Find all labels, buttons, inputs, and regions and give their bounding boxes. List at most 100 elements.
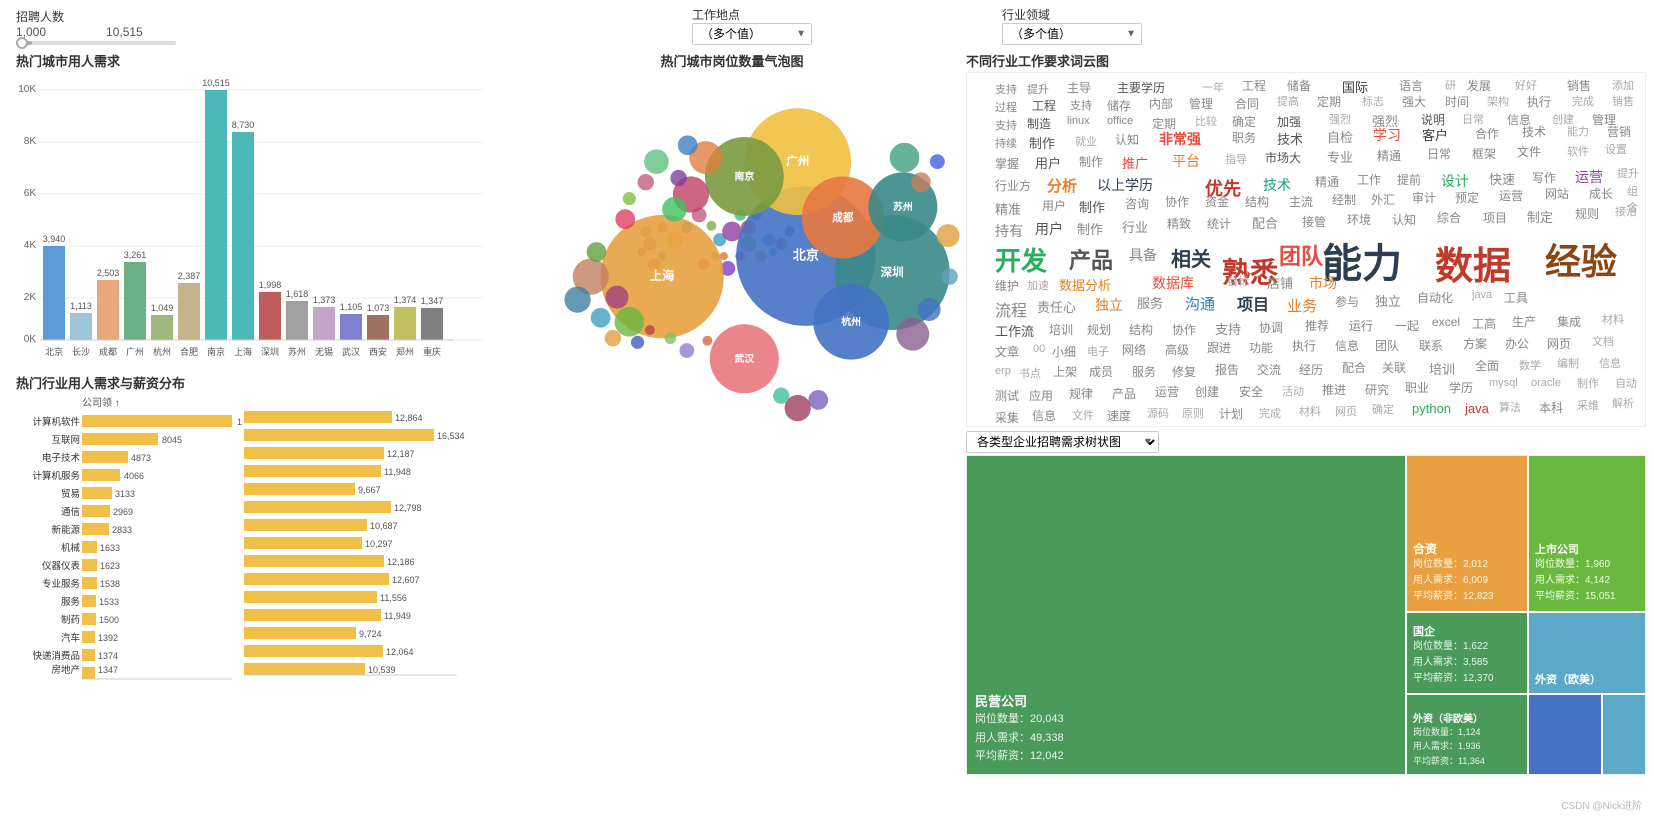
svg-text:11,556: 11,556 — [380, 593, 407, 603]
word-shuxue: 数学 — [1519, 357, 1541, 373]
word-suanfa: 算法 — [1499, 399, 1521, 415]
word-jishu4: 技术 — [1277, 129, 1303, 148]
hbar-section-title: 热门行业用人需求与薪资分布 — [8, 369, 498, 394]
svg-text:南京: 南京 — [207, 346, 225, 357]
word-wenzhang2: 文档 — [1592, 333, 1614, 349]
word-support: 支持 — [995, 81, 1017, 97]
word-liucheng: 流程 — [995, 297, 1027, 321]
word-zhizuol: 制作 — [1577, 375, 1599, 391]
word-chengzhang: 成长 — [1589, 185, 1613, 202]
word-yonghujc: 用户 — [1042, 197, 1066, 214]
word-chichi: 持续 — [995, 135, 1017, 151]
svg-text:北京: 北京 — [793, 246, 819, 262]
word-yunying3: 运营 — [1155, 383, 1179, 400]
bar-chart-title: 热门城市用人需求 — [8, 47, 498, 72]
svg-text:1,049: 1,049 — [151, 303, 174, 313]
word-zhizhi2: 制作 — [1079, 197, 1105, 216]
word-jieguan: 接管 — [1302, 213, 1326, 230]
word-canyu: 参与 — [1335, 293, 1359, 310]
word-kaifa: 开发 — [995, 241, 1047, 278]
svg-text:通信: 通信 — [61, 506, 80, 518]
svg-text:10,297: 10,297 — [365, 539, 393, 549]
slider-thumb[interactable] — [16, 37, 28, 49]
word-fangan: 方案 — [1463, 335, 1487, 352]
word-xingxi: 信息 — [1335, 337, 1359, 354]
svg-text:2833: 2833 — [112, 525, 132, 535]
word-jiaoliuq: 交流 — [1257, 361, 1281, 378]
word-wangye2: 网页 — [1335, 403, 1357, 419]
svg-text:1,113: 1,113 — [70, 301, 92, 311]
treemap-cell-title: 民营公司 — [975, 691, 1397, 710]
word-xiezuo2: 协作 — [1172, 321, 1196, 338]
svg-text:1,618: 1,618 — [286, 289, 309, 299]
word-dian: 店铺 — [1267, 273, 1293, 292]
word-gonggao2: 协作 — [1165, 193, 1189, 210]
svg-text:1,374: 1,374 — [394, 295, 417, 305]
svg-text:8K: 8K — [24, 136, 37, 147]
word-genjin: 跟进 — [1207, 339, 1231, 356]
word-haohao: 好好 — [1515, 77, 1537, 93]
treemap-dropdown[interactable]: 各类型企业招聘需求树状图 — [966, 431, 1159, 453]
svg-text:11,948: 11,948 — [384, 467, 411, 477]
svg-text:互联网: 互联网 — [51, 435, 80, 446]
location-dropdown[interactable]: （多个值） — [692, 23, 812, 45]
svg-text:机械: 机械 — [61, 542, 81, 554]
industry-dropdown[interactable]: （多个值） — [1002, 23, 1142, 45]
svg-text:10,539: 10,539 — [368, 665, 396, 675]
word-peixun: 培训 — [1049, 321, 1073, 338]
word-dulilsz: 独立 — [1375, 291, 1401, 310]
word-xiufu: 修复 — [1172, 363, 1196, 380]
treemap-cell-stat3: 平均薪资：12,042 — [975, 747, 1397, 766]
treemap-cell-minying: 民营公司 岗位数量：20,043 用人需求：49,338 平均薪资：12,042 — [967, 456, 1405, 774]
word-wenjian: 文件 — [1517, 143, 1541, 160]
word-fuwu2: 服务 — [1132, 363, 1156, 380]
treemap-cell-stat2: 用人需求：49,338 — [975, 729, 1397, 748]
svg-text:1374: 1374 — [98, 651, 118, 661]
word-zhichi2: 储备 — [1287, 77, 1311, 94]
treemap-cell-waizi-oumei: 外资（欧美） — [1529, 613, 1645, 693]
word-huodong: 活动 — [1282, 383, 1304, 399]
word-xiangmu3: 项目 — [1483, 209, 1507, 226]
svg-text:1,073: 1,073 — [367, 303, 390, 313]
word-jihua: 计划 — [1219, 405, 1243, 422]
word-jishu6: 技术 — [1263, 175, 1291, 195]
word-yinian: 一年 — [1202, 79, 1224, 95]
word-xiaoshou4: 营销 — [1607, 123, 1631, 140]
treemap-cell-waizi-feioumei: 外资（非欧美） 岗位数量：1,124 用人需求：1,936 平均薪资：11,36… — [1407, 695, 1527, 774]
word-weihu: 维护 — [995, 277, 1019, 294]
word-bianzhi: 编制 — [1557, 355, 1579, 371]
svg-text:西安: 西安 — [369, 346, 387, 357]
word-tisheng: 提升 — [1027, 81, 1049, 97]
treemap-cell-stat1: 岗位数量：20,043 — [975, 710, 1397, 729]
word-yanjiu3: 研究 — [1365, 381, 1389, 398]
word-peihe: 配合 — [1252, 213, 1278, 232]
word-qiangda: 强大 — [1402, 93, 1426, 110]
word-tiqian: 提前 — [1397, 171, 1421, 188]
word-xuexijl: 学习 — [1373, 125, 1401, 145]
word-jingli2: 经历 — [1299, 361, 1323, 378]
word-renzhi2: 认知 — [1392, 211, 1416, 228]
svg-text:上海: 上海 — [234, 346, 252, 357]
watermark: CSDN @Nick进阶 — [1561, 797, 1642, 812]
svg-text:4873: 4873 — [131, 453, 151, 463]
hbar-right-axis-label-top — [242, 394, 472, 407]
word-shenjia: 审计 — [1412, 189, 1436, 206]
svg-text:房地产: 房地产 — [51, 664, 80, 676]
word-bengong: 本科 — [1539, 399, 1563, 416]
svg-text:10,515: 10,515 — [202, 78, 230, 88]
industry-filter-label: 行业领域 — [1002, 6, 1050, 23]
word-zidong: 自动化 — [1417, 289, 1453, 306]
word-zhiding: 快速 — [1489, 169, 1515, 188]
word-xiaoshou3: 销售 — [1612, 93, 1634, 109]
word-cailiao3: 材料 — [1299, 403, 1321, 419]
word-jingqian: 精准 — [995, 199, 1021, 218]
word-qiangda2: 非常强 — [1159, 129, 1201, 149]
word-wenzhang: 文章 — [995, 343, 1019, 360]
word-quanmian: 全面 — [1475, 357, 1499, 374]
word-jubei: 具备 — [1129, 245, 1157, 265]
word-peihe2: 配合 — [1342, 359, 1366, 376]
bubble-chart-title: 热门城市岗位数量气泡图 — [502, 47, 962, 72]
svg-text:快递消费品: 快递消费品 — [32, 650, 80, 662]
svg-text:计算机软件: 计算机软件 — [32, 416, 80, 428]
svg-text:3133: 3133 — [115, 489, 135, 499]
